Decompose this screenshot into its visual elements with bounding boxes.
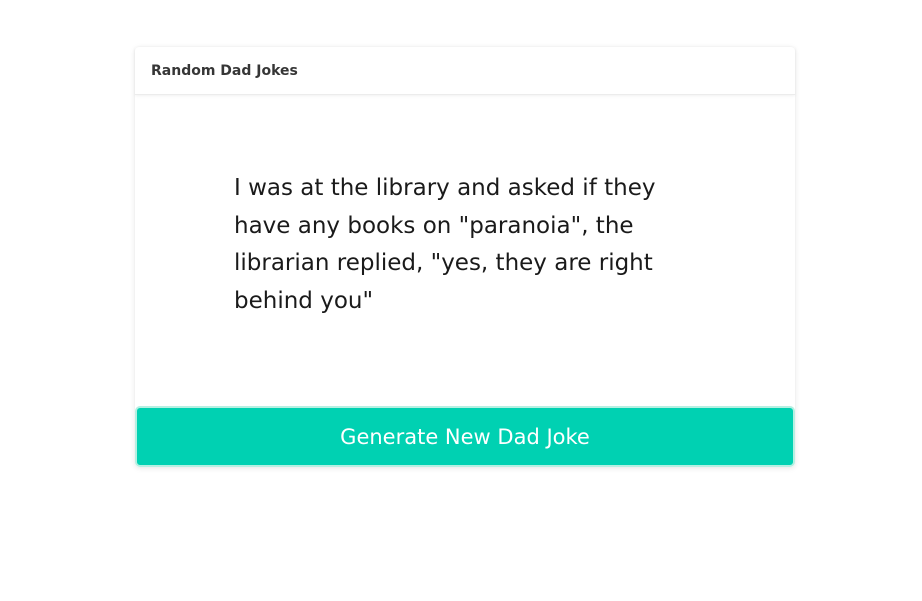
card-header: Random Dad Jokes	[135, 47, 795, 95]
joke-text: I was at the library and asked if they h…	[234, 175, 656, 314]
joke-card: Random Dad Jokes I was at the library an…	[135, 47, 795, 467]
card-content: I was at the library and asked if they h…	[135, 95, 795, 406]
card-title: Random Dad Jokes	[151, 62, 298, 79]
generate-joke-button[interactable]: Generate New Dad Joke	[135, 406, 795, 467]
